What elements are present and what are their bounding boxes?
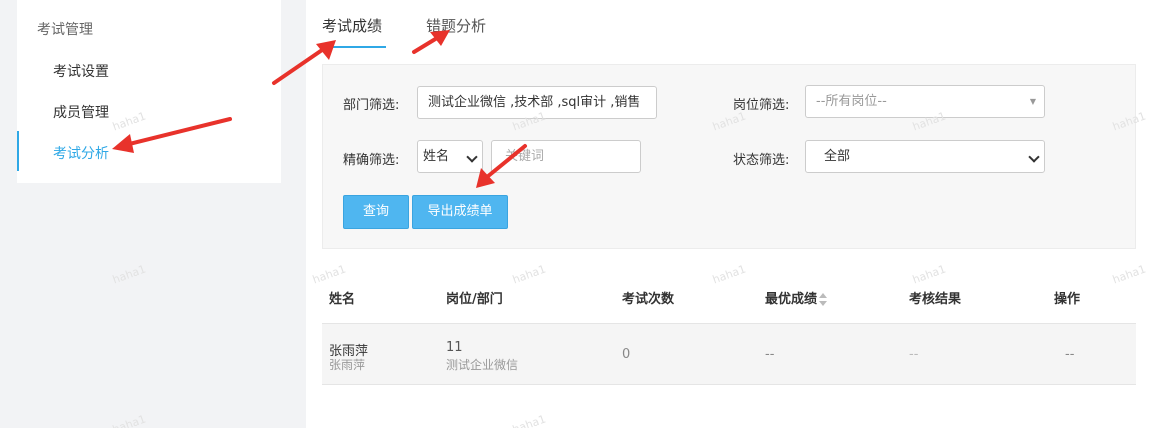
row-best-score: -- [765,347,775,362]
tab-error-analysis[interactable]: 错题分析 [426,15,486,36]
sidebar-item-exam-settings[interactable]: 考试设置 [53,61,109,81]
watermark: haha1 [110,412,148,428]
keyword-input[interactable]: 关键词 [491,140,641,173]
active-tab-underline [322,46,386,48]
exact-field-value: 姓名 [423,149,450,164]
row-post: 11 [446,340,463,355]
post-filter-select[interactable]: --所有岗位-- ▼ [805,85,1045,118]
column-header-action: 操作 [1054,292,1081,307]
filter-panel: 部门筛选: 测试企业微信 ,技术部 ,sql审计 ,销售 岗位筛选: --所有岗… [322,64,1136,249]
export-scores-button[interactable]: 导出成绩单 [412,195,508,229]
column-header-result: 考核结果 [909,292,962,307]
post-filter-label: 岗位筛选: [733,98,790,113]
exact-filter-label: 精确筛选: [343,153,400,168]
post-filter-value: --所有岗位-- [816,94,887,109]
dept-filter-label: 部门筛选: [343,98,400,113]
tab-exam-scores[interactable]: 考试成绩 [322,15,382,36]
sidebar-group-title: 考试管理 [37,22,93,38]
row-result: -- [909,347,919,362]
dept-filter-input[interactable]: 测试企业微信 ,技术部 ,sql审计 ,销售 [417,86,657,119]
sidebar-active-indicator [17,131,19,171]
watermark: haha1 [110,262,148,287]
dropdown-arrow-icon: ▼ [1029,97,1036,106]
status-filter-label: 状态筛选: [733,153,790,168]
column-header-name: 姓名 [329,292,356,307]
table-row: 张雨萍 张雨萍 11 测试企业微信 0 -- -- -- [322,323,1136,385]
status-filter-value: 全部 [824,149,851,164]
query-button[interactable]: 查询 [343,195,409,229]
row-attempts: 0 [622,347,631,362]
best-score-header-label: 最优成绩 [765,292,818,307]
sidebar: 考试管理 考试设置 成员管理 考试分析 [17,0,281,183]
sort-icon[interactable] [819,292,828,307]
exact-field-select[interactable]: 姓名 [417,140,483,173]
sidebar-item-exam-analysis[interactable]: 考试分析 [53,143,109,163]
chevron-down-icon [1028,151,1040,163]
column-header-attempts: 考试次数 [622,292,675,307]
sidebar-item-member-management[interactable]: 成员管理 [53,102,109,122]
column-header-post-dept: 岗位/部门 [446,292,503,307]
row-dept: 测试企业微信 [446,358,519,372]
row-action[interactable]: -- [1065,347,1074,362]
chevron-down-icon [466,151,478,163]
main-panel: 考试成绩 错题分析 部门筛选: 测试企业微信 ,技术部 ,sql审计 ,销售 岗… [306,0,1156,428]
column-header-best-score[interactable]: 最优成绩 [765,288,828,307]
status-filter-select[interactable]: 全部 [805,140,1045,173]
row-name-sub: 张雨萍 [329,358,366,372]
